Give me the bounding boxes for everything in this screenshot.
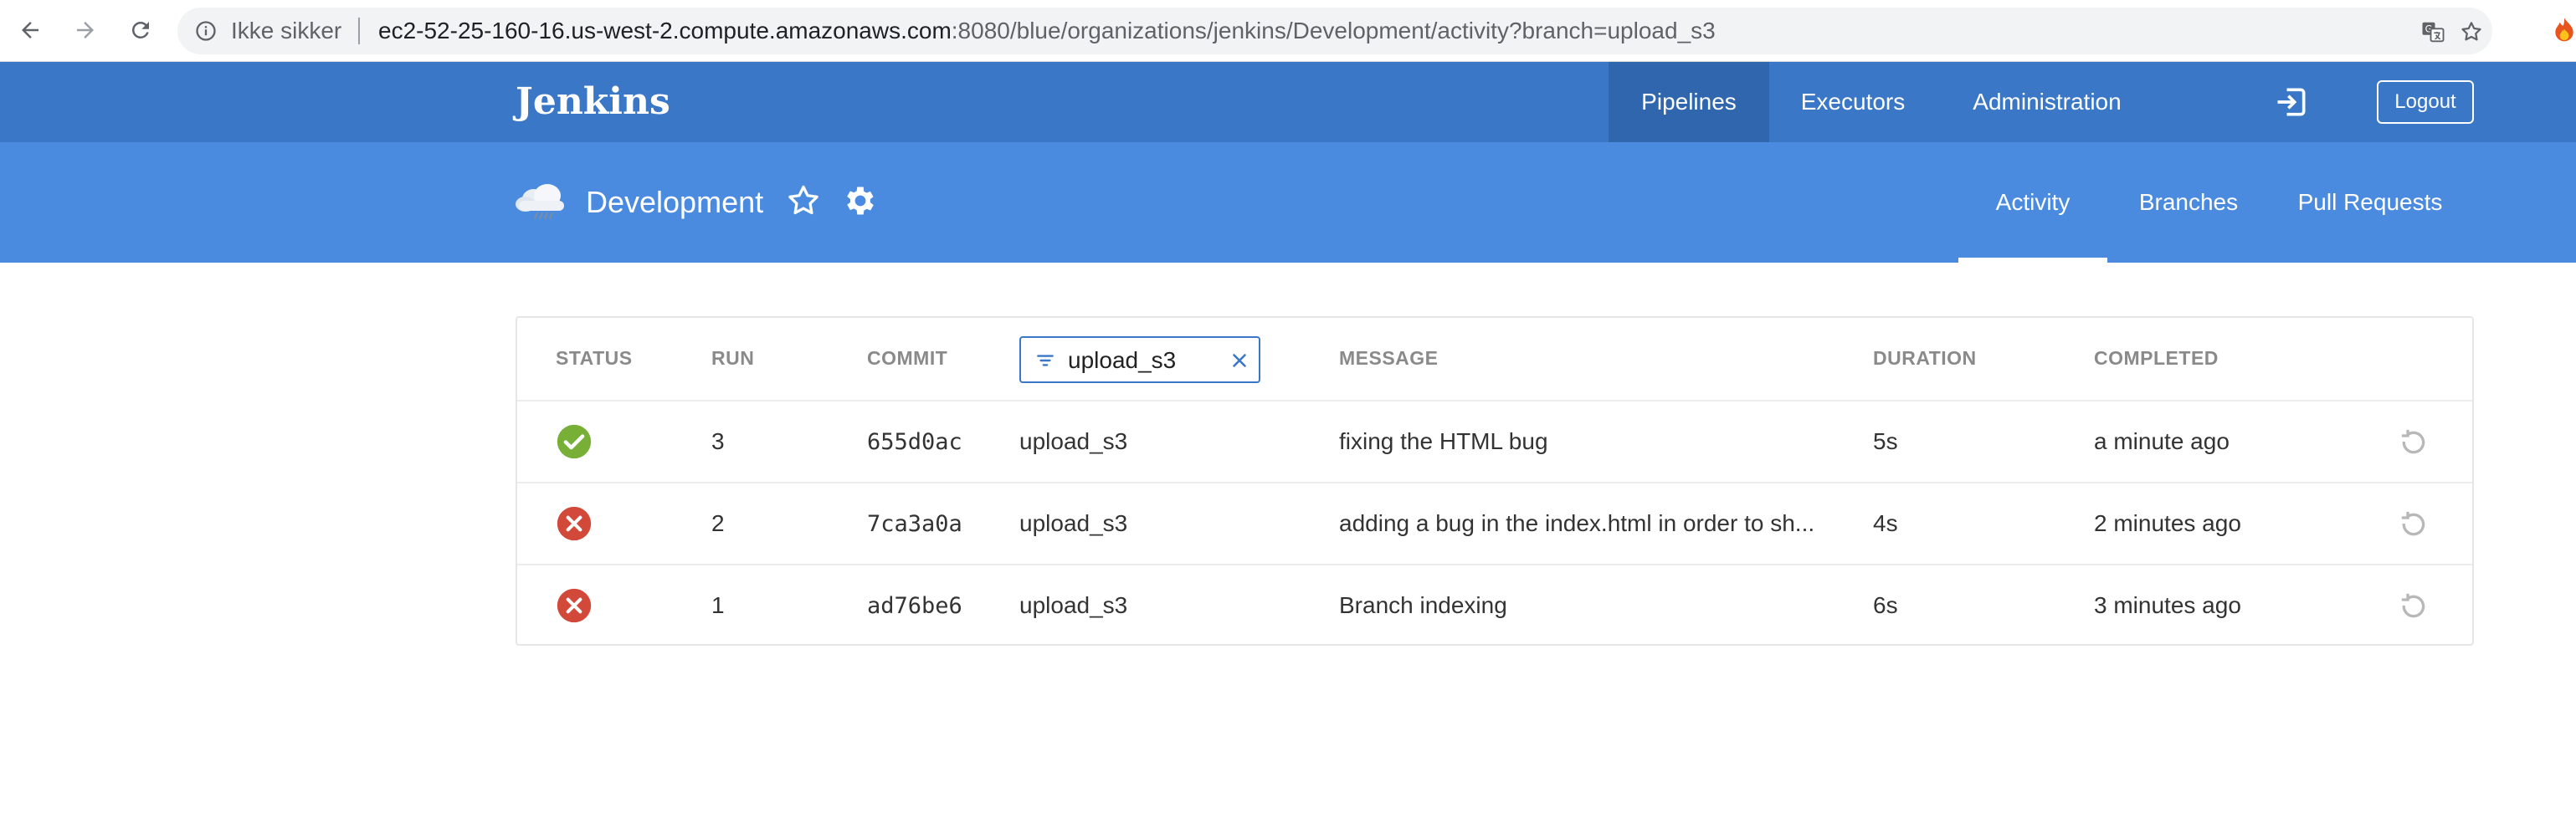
reload-button[interactable] xyxy=(122,12,159,49)
duration: 6s xyxy=(1873,592,1898,618)
nav-executors[interactable]: Executors xyxy=(1784,62,1922,142)
header-run: RUN xyxy=(711,346,755,369)
duration: 4s xyxy=(1873,510,1898,536)
replay-icon xyxy=(2401,593,2425,618)
failure-x-icon xyxy=(557,506,592,541)
clear-filter-icon[interactable] xyxy=(1229,350,1250,371)
divider xyxy=(358,18,360,44)
branch-name: upload_s3 xyxy=(1019,510,1128,536)
replay-icon xyxy=(2401,429,2425,454)
url-path: :8080/blue/organizations/jenkins/Develop… xyxy=(951,18,1716,43)
status-cell xyxy=(556,565,593,646)
rerun-button[interactable] xyxy=(2397,565,2430,646)
header-duration: DURATION xyxy=(1873,346,1977,369)
tab-branches[interactable]: Branches xyxy=(2126,142,2251,263)
branch-filter-value[interactable]: upload_s3 xyxy=(1068,346,1176,375)
commit-message: adding a bug in the index.html in order … xyxy=(1339,510,1815,536)
status-cell xyxy=(556,483,593,564)
branch-filter[interactable]: upload_s3 xyxy=(1019,336,1260,383)
back-button[interactable] xyxy=(12,12,49,49)
url-host: ec2-52-25-160-16.us-west-2.compute.amazo… xyxy=(378,18,952,43)
commit-hash[interactable]: 7ca3a0a xyxy=(867,483,962,564)
security-label[interactable]: Ikke sikker xyxy=(231,18,341,44)
success-check-icon xyxy=(557,424,592,459)
run-number: 2 xyxy=(711,510,725,536)
reload-icon xyxy=(131,21,149,38)
weather-cloudy-icon xyxy=(516,184,564,220)
branch-name: upload_s3 xyxy=(1019,592,1128,618)
commit-hash[interactable]: ad76be6 xyxy=(867,565,962,646)
arrow-left-icon xyxy=(22,22,38,38)
translate-icon[interactable]: G xyxy=(2420,19,2445,44)
go-to-classic-icon[interactable] xyxy=(2273,84,2310,120)
nav-administration[interactable]: Administration xyxy=(1958,62,2136,142)
pipeline-title: Development xyxy=(586,185,764,219)
extension-icon[interactable] xyxy=(2553,17,2576,43)
commit-message: fixing the HTML bug xyxy=(1339,428,1548,454)
table-row[interactable]: 2 7ca3a0a upload_s3 adding a bug in the … xyxy=(517,482,2472,564)
rerun-button[interactable] xyxy=(2397,401,2430,482)
run-number: 1 xyxy=(711,592,725,618)
url-text[interactable]: ec2-52-25-160-16.us-west-2.compute.amazo… xyxy=(378,18,1716,44)
forward-button[interactable] xyxy=(67,12,104,49)
pipeline-header: Development Activity Branches Pull Reque… xyxy=(0,142,2576,263)
nav-pipelines[interactable]: Pipelines xyxy=(1609,62,1769,142)
bookmark-star-icon[interactable] xyxy=(2459,19,2484,44)
table-row[interactable]: 3 655d0ac upload_s3 fixing the HTML bug … xyxy=(517,400,2472,482)
duration: 5s xyxy=(1873,428,1898,454)
jenkins-header: Jenkins Pipelines Executors Administrati… xyxy=(0,62,2576,142)
completed-time: 2 minutes ago xyxy=(2094,510,2241,536)
replay-icon xyxy=(2401,511,2425,536)
activity-table: STATUS RUN COMMIT upload_s3 MESSAGE DURA… xyxy=(516,316,2474,646)
tab-activity[interactable]: Activity xyxy=(1958,142,2107,263)
header-commit: COMMIT xyxy=(867,346,948,369)
jenkins-logo[interactable]: Jenkins xyxy=(516,79,670,125)
info-icon[interactable] xyxy=(194,19,218,43)
arrow-right-icon xyxy=(77,22,94,38)
failure-x-icon xyxy=(557,588,592,623)
header-completed: COMPLETED xyxy=(2094,346,2219,369)
table-header: STATUS RUN COMMIT upload_s3 MESSAGE DURA… xyxy=(517,318,2472,400)
table-row[interactable]: 1 ad76be6 upload_s3 Branch indexing 6s 3… xyxy=(517,564,2472,646)
completed-time: a minute ago xyxy=(2094,428,2230,454)
favorite-star-icon[interactable] xyxy=(785,182,822,219)
run-number: 3 xyxy=(711,428,725,454)
branch-name: upload_s3 xyxy=(1019,428,1128,454)
commit-hash[interactable]: 655d0ac xyxy=(867,401,962,482)
commit-message: Branch indexing xyxy=(1339,592,1507,618)
completed-time: 3 minutes ago xyxy=(2094,592,2241,618)
settings-gear-icon[interactable] xyxy=(842,182,879,219)
filter-icon xyxy=(1037,355,1054,366)
logout-button[interactable]: Logout xyxy=(2377,80,2474,124)
header-message: MESSAGE xyxy=(1339,346,1439,369)
address-bar[interactable]: Ikke sikker ec2-52-25-160-16.us-west-2.c… xyxy=(177,8,2492,54)
rerun-button[interactable] xyxy=(2397,483,2430,564)
tab-pull-requests[interactable]: Pull Requests xyxy=(2286,142,2454,263)
status-cell xyxy=(556,401,593,482)
header-status: STATUS xyxy=(556,346,633,369)
browser-toolbar: Ikke sikker ec2-52-25-160-16.us-west-2.c… xyxy=(0,0,2576,62)
